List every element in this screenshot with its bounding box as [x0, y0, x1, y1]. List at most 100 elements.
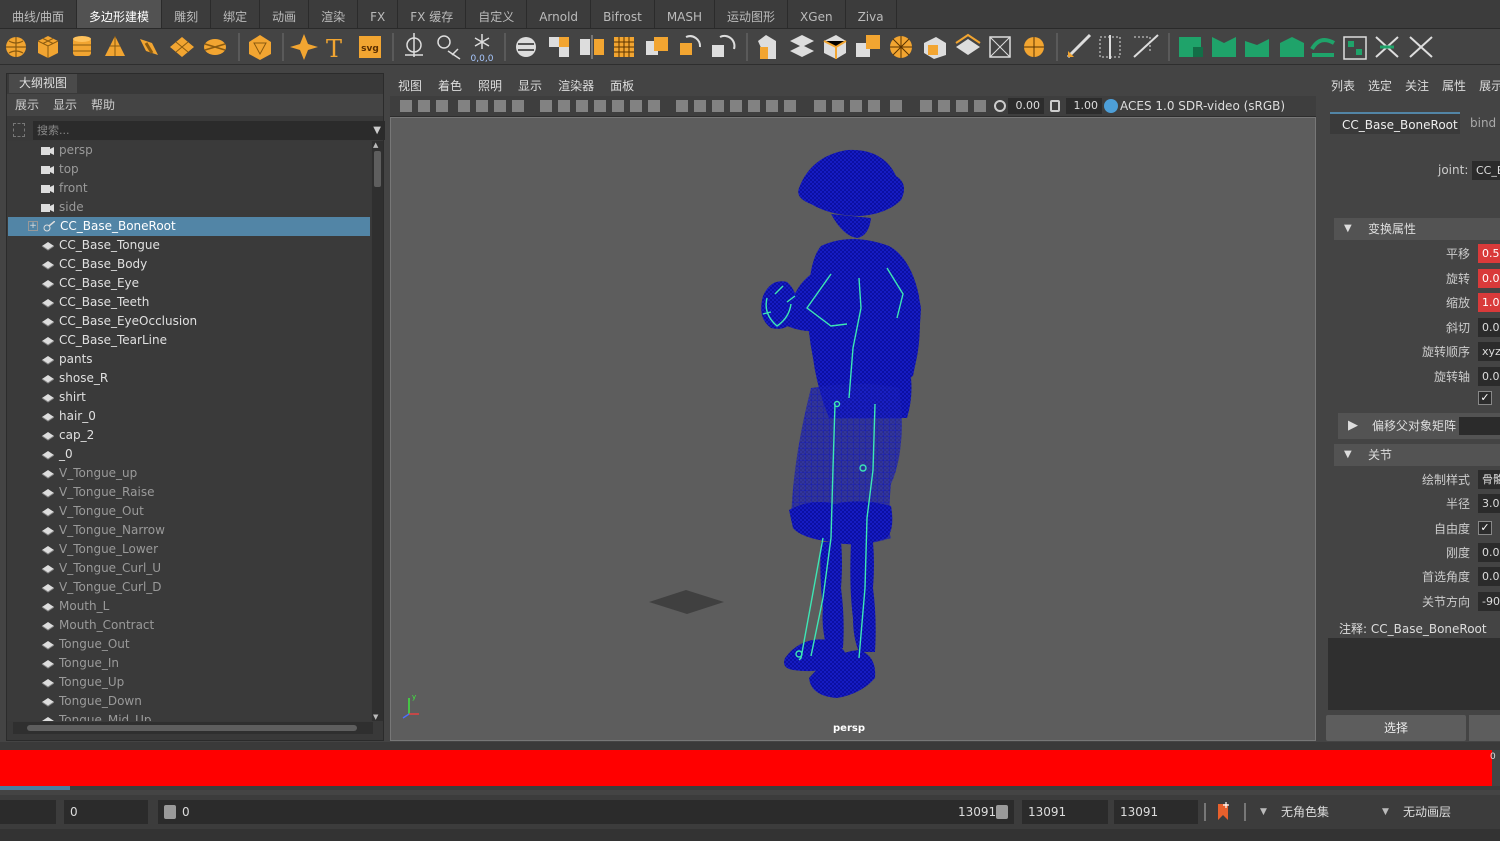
retopo-icon[interactable]: [712, 34, 736, 57]
shelf-tab[interactable]: FX 缓存: [398, 0, 467, 28]
viewport-tool-icon[interactable]: [400, 100, 412, 112]
platonic-solid-icon[interactable]: [249, 35, 271, 60]
shelf-tab[interactable]: 自定义: [466, 0, 528, 28]
notes-textarea[interactable]: [1328, 638, 1500, 710]
outliner-horizontal-scrollbar[interactable]: [13, 722, 373, 734]
select-button[interactable]: 选择: [1326, 715, 1466, 741]
outliner-item[interactable]: + CC_Base_BoneRoot: [8, 217, 370, 236]
poly-cone-icon[interactable]: [105, 36, 125, 56]
scene-canvas[interactable]: y: [391, 118, 1316, 741]
attribute-field[interactable]: 0.0: [1478, 567, 1500, 587]
viewport-menu-item[interactable]: 显示: [510, 76, 550, 96]
attribute-editor-tab[interactable]: 展示: [1472, 76, 1500, 96]
hscroll-thumb[interactable]: [27, 725, 357, 731]
outliner-item[interactable]: V_Tongue_Raise: [7, 483, 371, 502]
viewport-tool-icon[interactable]: [938, 100, 950, 112]
viewport-tool-icon[interactable]: [712, 100, 724, 112]
attribute-field[interactable]: 0.5: [1478, 244, 1500, 263]
viewport-tool-icon[interactable]: [920, 100, 932, 112]
character-wireframe[interactable]: [761, 149, 921, 698]
shelf-tab[interactable]: 运动图形: [715, 0, 789, 28]
viewport-menu-item[interactable]: 视图: [390, 76, 430, 96]
inherits-transform-checkbox[interactable]: ✓: [1478, 391, 1492, 405]
range-start-handle[interactable]: [164, 805, 176, 819]
poly-disc-icon[interactable]: [204, 39, 226, 55]
poly-sphere-icon[interactable]: [6, 37, 26, 57]
mirror-icon[interactable]: [580, 35, 604, 59]
shelf-tab[interactable]: 动画: [260, 0, 310, 28]
remesh-icon[interactable]: [680, 35, 702, 55]
outliner-item[interactable]: V_Tongue_Curl_D: [7, 578, 371, 597]
expand-triangle-icon[interactable]: ▶: [1348, 413, 1358, 439]
outliner-search-input[interactable]: 搜索... ▼: [33, 121, 385, 140]
bridge-icon[interactable]: [790, 35, 814, 57]
node-tab-bind[interactable]: bind: [1470, 112, 1496, 134]
outliner-item[interactable]: Tongue_Mid_Up: [7, 711, 371, 721]
outliner-menu-help[interactable]: 帮助: [91, 94, 115, 116]
layout-uv-icon[interactable]: [1343, 36, 1367, 60]
viewport-tool-icon[interactable]: [676, 100, 688, 112]
range-slider[interactable]: 0 13091: [158, 800, 1014, 824]
edge-flow-icon[interactable]: [1066, 33, 1092, 59]
exposure-field[interactable]: 0.00: [1008, 98, 1044, 114]
poke-icon[interactable]: [890, 36, 912, 58]
color-management-label[interactable]: ACES 1.0 SDR-video (sRGB): [1120, 96, 1285, 117]
insert-edge-icon[interactable]: [1099, 35, 1121, 59]
bevel-icon[interactable]: [823, 35, 847, 59]
attribute-field[interactable]: 0.0: [1478, 542, 1500, 562]
viewport-tool-icon[interactable]: [974, 100, 986, 112]
shelf-tab[interactable]: 渲染: [309, 0, 359, 28]
viewport-tool-icon[interactable]: [956, 100, 968, 112]
outliner-menu-show[interactable]: 显示: [53, 94, 77, 116]
viewport-tool-icon[interactable]: [730, 100, 742, 112]
outliner-item[interactable]: front: [7, 179, 371, 198]
load-attributes-button[interactable]: [1469, 715, 1500, 741]
boolean-icon[interactable]: [646, 37, 668, 55]
shelf-tab[interactable]: XGen: [788, 0, 846, 28]
viewport-tool-icon[interactable]: [748, 100, 760, 112]
joint-name-field[interactable]: CC_B: [1472, 161, 1500, 180]
attribute-editor-tab[interactable]: 选定: [1361, 76, 1398, 96]
viewport-menu-item[interactable]: 面板: [602, 76, 642, 96]
viewport-tool-icon[interactable]: [766, 100, 778, 112]
animation-start-field[interactable]: 0: [64, 800, 148, 824]
command-line[interactable]: [0, 829, 1500, 841]
poly-torus-icon[interactable]: [140, 39, 158, 55]
node-tab-boneroot[interactable]: CC_Base_BoneRoot: [1330, 112, 1460, 134]
attribute-field[interactable]: 0.0: [1478, 367, 1500, 386]
outliner-item[interactable]: V_Tongue_Narrow: [7, 521, 371, 540]
animation-end-field[interactable]: 13091: [1114, 800, 1198, 824]
viewport-tool-icon[interactable]: [558, 100, 570, 112]
smooth-icon[interactable]: [614, 37, 634, 57]
viewport-tool-icon[interactable]: [512, 100, 524, 112]
cut-uv-icon[interactable]: [1375, 36, 1399, 58]
outliner-item[interactable]: persp: [7, 141, 371, 160]
viewport-persp[interactable]: y persp: [390, 117, 1316, 741]
shelf-tab[interactable]: Ziva: [846, 0, 897, 28]
shelf-tab[interactable]: 多边形建模: [77, 0, 163, 28]
outliner-item[interactable]: Tongue_Out: [7, 635, 371, 654]
animation-layer-dropdown[interactable]: 无动画层: [1403, 800, 1451, 824]
connect-icon[interactable]: [1024, 37, 1044, 57]
planar-map-icon[interactable]: [1212, 37, 1236, 57]
viewport-tool-icon[interactable]: [868, 100, 880, 112]
attribute-editor-tab[interactable]: 属性: [1435, 76, 1472, 96]
outliner-item[interactable]: CC_Base_Eye: [7, 274, 371, 293]
scroll-down-arrow-icon[interactable]: ▼: [373, 713, 378, 721]
viewport-tool-icon[interactable]: [694, 100, 706, 112]
outliner-item[interactable]: V_Tongue_Lower: [7, 540, 371, 559]
color-management-icon[interactable]: [1104, 99, 1118, 113]
unfold-icon[interactable]: [1310, 38, 1335, 57]
playback-start-field[interactable]: [0, 800, 56, 824]
viewport-tool-icon[interactable]: [540, 100, 552, 112]
time-slider[interactable]: [0, 750, 1492, 786]
poly-cylinder-icon[interactable]: [73, 36, 91, 56]
attribute-field[interactable]: 3.0: [1478, 494, 1500, 514]
type-tool-icon[interactable]: T: [326, 35, 342, 63]
chevron-down-icon[interactable]: ▼: [373, 121, 381, 140]
outliner-item[interactable]: shirt: [7, 388, 371, 407]
outliner-item[interactable]: Mouth_L: [7, 597, 371, 616]
viewport-tool-icon[interactable]: [648, 100, 660, 112]
measure-tool-icon[interactable]: [437, 35, 461, 60]
uv-editor-icon[interactable]: [1179, 37, 1203, 57]
